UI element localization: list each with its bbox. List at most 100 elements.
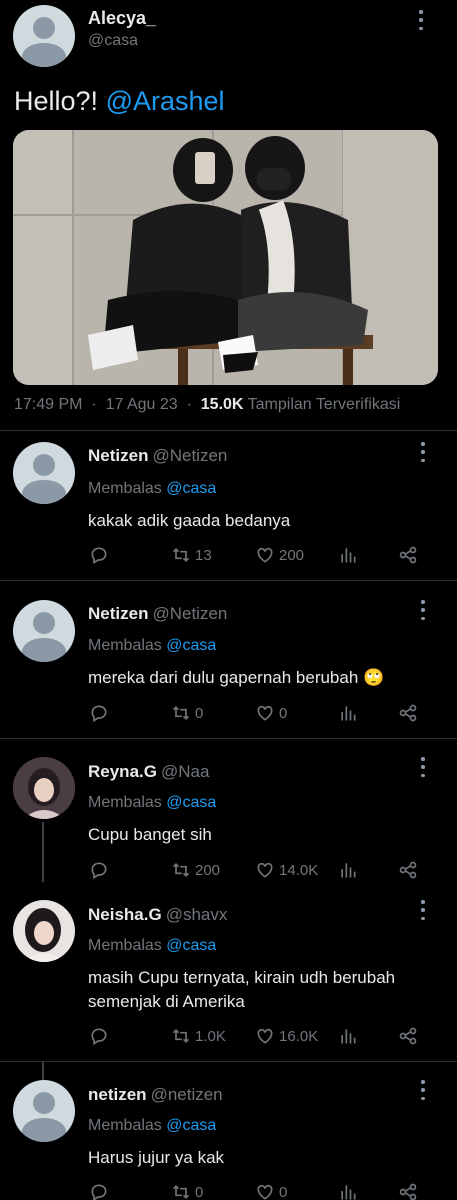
retweet-button[interactable]: 1.0K	[171, 1026, 226, 1046]
reply-author[interactable]: Neisha.G @shavx	[88, 905, 227, 925]
tweet-date: 17 Agu 23	[105, 396, 178, 413]
retweet-count: 0	[195, 704, 204, 722]
reply-text: kakak adik gaada bedanya	[88, 511, 291, 530]
photo-illustration	[13, 130, 438, 385]
share-button[interactable]	[398, 545, 422, 565]
reply-author[interactable]: Netizen @Netizen	[88, 604, 227, 624]
like-icon	[257, 1028, 273, 1044]
retweet-button[interactable]: 0	[171, 703, 203, 723]
reply-author[interactable]: Reyna.G @Naa	[88, 762, 209, 782]
like-count: 14.0K	[279, 861, 319, 879]
reply-icon	[91, 1184, 107, 1200]
reply-avatar[interactable]	[13, 900, 75, 962]
thread-line	[42, 1062, 44, 1080]
more-icon[interactable]	[420, 1080, 426, 1100]
retweet-icon	[172, 862, 190, 878]
like-button[interactable]: 14.0K	[255, 860, 318, 880]
share-button[interactable]	[398, 1026, 422, 1046]
retweet-button[interactable]: 200	[171, 860, 220, 880]
divider	[0, 1061, 457, 1062]
like-count: 16.0K	[279, 1027, 319, 1045]
divider	[0, 430, 457, 431]
replying-to: Membalas @casa	[88, 637, 217, 654]
like-button[interactable]: 200	[255, 545, 304, 565]
share-button[interactable]	[398, 703, 422, 723]
like-count: 200	[279, 546, 305, 564]
reply-text-line: semenjak di Amerika	[88, 992, 245, 1011]
reply-button[interactable]	[89, 860, 113, 880]
retweet-count: 0	[195, 1183, 204, 1200]
reply-button[interactable]	[89, 1026, 113, 1046]
views-button[interactable]	[338, 860, 362, 880]
tweet-text: Hello?! @Arashel	[14, 86, 225, 117]
retweet-icon	[172, 705, 190, 721]
like-icon	[257, 1184, 273, 1200]
share-button[interactable]	[398, 1182, 422, 1200]
reply-avatar[interactable]	[13, 600, 75, 662]
retweet-count: 1.0K	[195, 1027, 226, 1045]
reply-author[interactable]: netizen @netizen	[88, 1085, 223, 1105]
share-button[interactable]	[398, 860, 422, 880]
like-icon	[257, 705, 273, 721]
retweet-icon	[172, 1184, 190, 1200]
retweet-count: 13	[195, 546, 212, 564]
replying-to-mention[interactable]: @casa	[166, 1117, 216, 1134]
like-icon	[257, 862, 273, 878]
retweet-button[interactable]: 13	[171, 545, 212, 565]
reply-avatar[interactable]	[13, 757, 75, 819]
thread-line	[42, 822, 44, 882]
reply-text-line: masih Cupu ternyata, kirain udh berubah	[88, 968, 396, 987]
more-icon[interactable]	[420, 600, 426, 620]
more-icon[interactable]	[420, 442, 426, 462]
like-count: 0	[279, 704, 288, 722]
verified-label[interactable]: Terverifikasi	[316, 396, 400, 413]
reply-button[interactable]	[89, 545, 113, 565]
views-button[interactable]	[338, 703, 362, 723]
replying-to-mention[interactable]: @casa	[166, 637, 216, 654]
views-icon	[341, 1185, 356, 1200]
reply-icon	[91, 705, 107, 722]
reply-avatar[interactable]	[13, 442, 75, 504]
author-name[interactable]: Alecya_	[88, 8, 156, 29]
reply-icon	[91, 547, 107, 564]
views-icon	[341, 1029, 356, 1044]
tweet-mention[interactable]: @Arashel	[106, 86, 225, 116]
views-button[interactable]	[338, 1182, 362, 1200]
views-icon	[341, 548, 356, 563]
reply-text: mereka dari dulu gapernah berubah 🙄	[88, 668, 385, 687]
replying-to: Membalas @casa	[88, 1117, 217, 1134]
views-button[interactable]	[338, 1026, 362, 1046]
reply-icon	[91, 1028, 107, 1045]
more-icon[interactable]	[418, 10, 424, 30]
views-label: Tampilan	[247, 396, 312, 413]
views-button[interactable]	[338, 545, 362, 565]
replying-to: Membalas @casa	[88, 480, 217, 497]
tweet-text-body: Hello?!	[14, 86, 99, 116]
reply-avatar[interactable]	[13, 1080, 75, 1142]
like-button[interactable]: 0	[255, 703, 287, 723]
reply-button[interactable]	[89, 1182, 113, 1200]
tweet-meta: 17:49 PM · 17 Agu 23 · 15.0K Tampilan Te…	[14, 396, 401, 413]
retweet-icon	[172, 547, 190, 563]
views-count: 15.0K	[200, 396, 244, 413]
replying-to-mention[interactable]: @casa	[166, 794, 216, 811]
share-icon	[399, 546, 417, 564]
like-button[interactable]: 16.0K	[255, 1026, 318, 1046]
reply-text: Cupu banget sih	[88, 825, 212, 844]
like-icon	[257, 547, 273, 563]
retweet-button[interactable]: 0	[171, 1182, 203, 1200]
views-icon	[341, 706, 356, 721]
share-icon	[399, 1183, 417, 1200]
tweet-media-photo[interactable]	[13, 130, 438, 385]
author-avatar[interactable]	[13, 5, 75, 67]
replying-to-mention[interactable]: @casa	[166, 480, 216, 497]
share-icon	[399, 1027, 417, 1045]
like-count: 0	[279, 1183, 288, 1200]
author-handle[interactable]: @casa	[88, 32, 138, 50]
more-icon[interactable]	[420, 900, 426, 920]
more-icon[interactable]	[420, 757, 426, 777]
replying-to-mention[interactable]: @casa	[166, 937, 216, 954]
reply-author[interactable]: Netizen @Netizen	[88, 446, 227, 466]
like-button[interactable]: 0	[255, 1182, 287, 1200]
reply-button[interactable]	[89, 703, 113, 723]
